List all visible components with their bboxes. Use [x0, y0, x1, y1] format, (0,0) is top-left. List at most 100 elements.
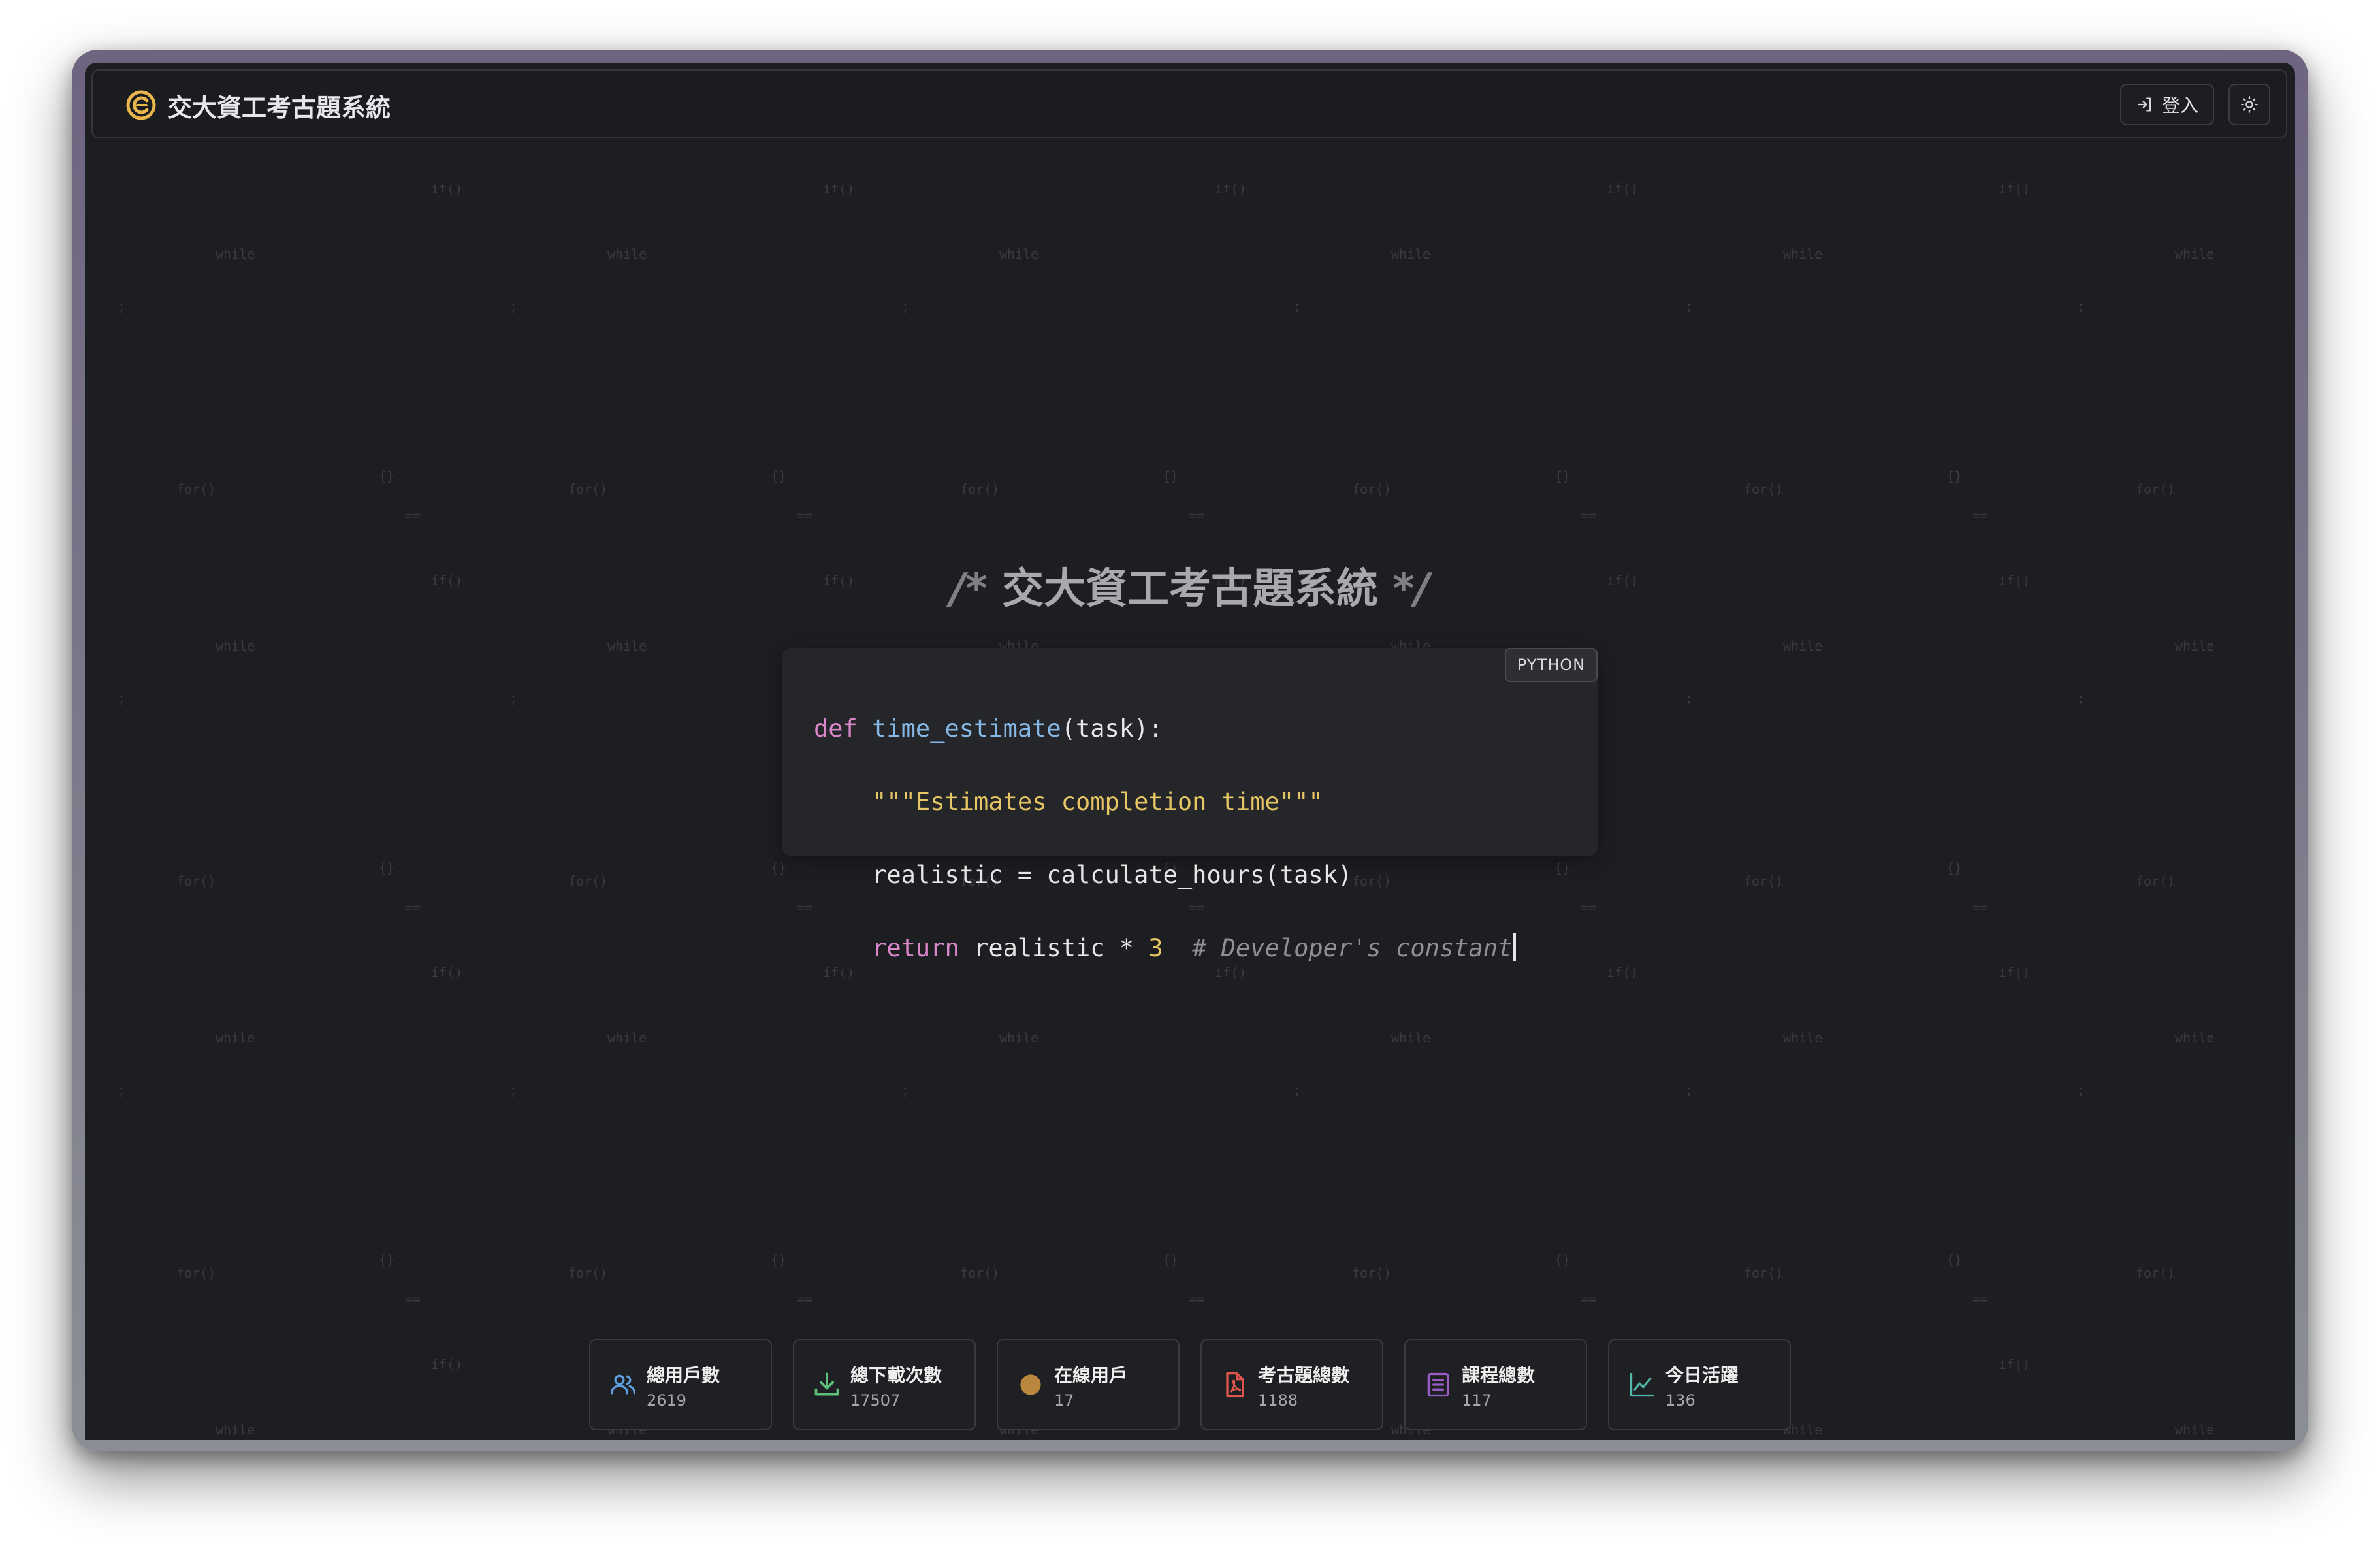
stat-card-daily-active: 今日活躍 136 — [1608, 1339, 1791, 1430]
background-code-token: for() — [2136, 481, 2175, 497]
download-icon — [814, 1372, 839, 1396]
background-code-token: ; — [901, 1082, 909, 1098]
background-code-token: while — [999, 246, 1038, 262]
background-code-token: {} — [1946, 468, 1962, 484]
background-code-token: ; — [118, 298, 125, 314]
stat-value: 17507 — [850, 1391, 901, 1410]
background-code-token: ; — [1685, 298, 1693, 314]
background-code-token: {} — [1163, 1252, 1178, 1268]
background-code-token: {} — [771, 1252, 786, 1268]
background-code-token: while — [607, 1030, 647, 1046]
background-code-token: while — [2175, 1030, 2214, 1046]
background-code-token: if() — [1999, 181, 2030, 197]
code-comment: # Developer's constant — [1192, 934, 1513, 962]
background-code-token: == — [1972, 508, 1988, 523]
code-text: realistic * — [959, 934, 1149, 962]
background-code-token: == — [1189, 1291, 1204, 1307]
stat-label: 課程總數 — [1462, 1364, 1536, 1386]
login-label: 登入 — [2161, 95, 2198, 116]
background-code-token: for() — [2136, 873, 2175, 889]
background-code-token: {} — [1163, 468, 1178, 484]
background-code-token: while — [216, 246, 255, 262]
stat-value: 1188 — [1258, 1391, 1298, 1410]
background-code-token: ; — [901, 298, 909, 314]
stat-card-total-courses: 課程總數 117 — [1404, 1339, 1587, 1430]
stat-value: 2619 — [647, 1391, 687, 1410]
background-code-token: == — [405, 1291, 421, 1307]
background-code-token: == — [797, 508, 812, 523]
background-code-token: for() — [176, 1265, 216, 1281]
brand[interactable]: 交大資工考古題系統 — [125, 88, 391, 123]
background-code-token: for() — [568, 481, 607, 497]
background-code-token: {} — [1554, 860, 1570, 876]
code-line-2: """Estimates completion time""" — [814, 784, 1516, 820]
code-keyword: return — [872, 934, 959, 962]
background-code-token: ; — [509, 1082, 517, 1098]
app-title: 交大資工考古題系統 — [167, 93, 391, 122]
background-code-token: for() — [176, 481, 216, 497]
login-icon — [2138, 97, 2151, 112]
background-code-token: while — [216, 1422, 255, 1438]
stats-bar: 總用戶數 2619 總下載次數 17507 在線用戶 17 考古題總數 1188… — [589, 1339, 1791, 1430]
online-dot-icon — [1020, 1374, 1041, 1395]
background-code-token: while — [2175, 1422, 2214, 1438]
background-code-token: while — [216, 638, 255, 654]
stat-label: 在線用戶 — [1054, 1364, 1128, 1386]
login-button[interactable]: 登入 — [2120, 84, 2214, 125]
hero-title: /* 交大資工考古題系統 */ — [85, 555, 2295, 615]
logo-icon — [126, 90, 156, 120]
background-code-token: {} — [379, 468, 394, 484]
window-frame: if() while; {} if() while; {} if() while; {} if()… — [72, 50, 2308, 1451]
background-code-token: while — [607, 638, 647, 654]
background-code-token: while — [607, 246, 647, 262]
background-code-token: ; — [1293, 1082, 1301, 1098]
background-code-token: {} — [771, 860, 786, 876]
hero-title-text: 交大資工考古題系統 — [1002, 565, 1378, 613]
background-code-token: == — [1581, 1291, 1596, 1307]
background-code-token: if() — [1999, 1357, 2030, 1372]
stat-value: 17 — [1054, 1391, 1074, 1410]
background-code-token: == — [405, 508, 421, 523]
background-code-token: ; — [118, 690, 125, 706]
background-code-token: for() — [960, 1265, 999, 1281]
course-list-icon — [1427, 1372, 1449, 1397]
hero-comment-open: /* — [950, 565, 988, 613]
background-code-token: {} — [1946, 860, 1962, 876]
background-code-token: == — [1581, 508, 1596, 523]
navbar: 交大資工考古題系統 登入 — [91, 69, 2287, 138]
background-code-token: {} — [771, 468, 786, 484]
stat-card-total-downloads: 總下載次數 17507 — [793, 1339, 976, 1430]
stat-label: 總用戶數 — [647, 1364, 720, 1386]
background-code-token: ; — [1293, 298, 1301, 314]
background-code-token: {} — [379, 1252, 394, 1268]
background-code-token: {} — [1946, 1252, 1962, 1268]
background-code-token: for() — [568, 873, 607, 889]
background-code-token: if() — [1999, 965, 2030, 980]
sun-icon — [2241, 96, 2258, 113]
background-code-token: while — [216, 1030, 255, 1046]
background-code-token: {} — [1554, 1252, 1570, 1268]
background-code-token: ; — [509, 690, 517, 706]
background-code-token: == — [797, 899, 812, 915]
background-code-token: while — [1783, 1030, 1822, 1046]
background-code-token: for() — [1352, 1265, 1391, 1281]
background-code-token: == — [405, 899, 421, 915]
theme-toggle-button[interactable] — [2228, 84, 2270, 125]
stat-value: 136 — [1665, 1391, 1696, 1410]
trending-chart-icon — [1630, 1372, 1654, 1397]
background-code-token: if() — [431, 965, 462, 980]
hero-comment-close: */ — [1392, 565, 1430, 613]
background-code-token: {} — [1554, 468, 1570, 484]
code-block: def time_estimate(task): """Estimates co… — [814, 674, 1517, 1040]
pdf-file-icon — [1226, 1372, 1244, 1398]
text-cursor — [1513, 933, 1517, 961]
background-code-token: ; — [2077, 1082, 2085, 1098]
code-snippet-card: PYTHON def time_estimate(task): """Estim… — [782, 648, 1598, 962]
background-code-token: if() — [1607, 181, 1638, 197]
users-icon — [610, 1374, 636, 1395]
background-code-token: if() — [431, 181, 462, 197]
code-text: realistic = calculate_hours(task) — [872, 861, 1353, 889]
background-code-token: for() — [176, 873, 216, 889]
background-code-token: if() — [823, 181, 854, 197]
background-code-token: if() — [431, 1357, 462, 1372]
